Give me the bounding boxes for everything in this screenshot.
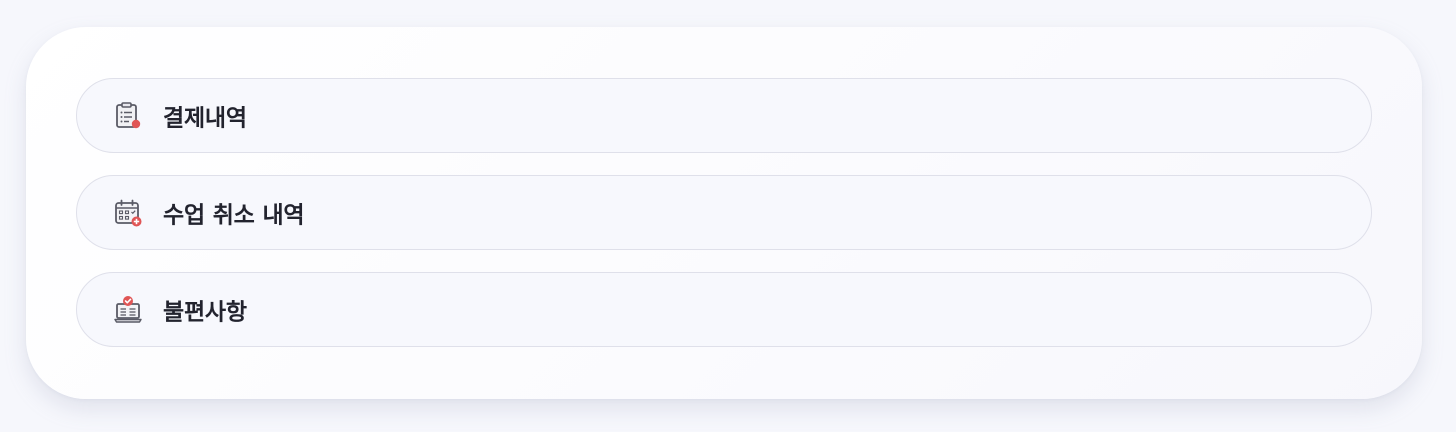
menu-item-complaints[interactable]: 불편사항 (76, 272, 1372, 347)
menu-item-label: 수업 취소 내역 (163, 201, 305, 228)
menu-item-payment-history[interactable]: 결제내역 (76, 78, 1372, 153)
menu-item-class-cancellation-history[interactable]: 수업 취소 내역 (76, 175, 1372, 250)
menu-card: 결제내역 수업 취소 내역 불편사항 (26, 27, 1422, 399)
clipboard-list-icon (113, 101, 143, 131)
laptop-check-icon (113, 295, 143, 325)
calendar-plus-icon (113, 198, 143, 228)
menu-list: 결제내역 수업 취소 내역 불편사항 (76, 78, 1372, 347)
menu-item-label: 불편사항 (163, 298, 247, 325)
menu-item-label: 결제내역 (163, 104, 247, 131)
